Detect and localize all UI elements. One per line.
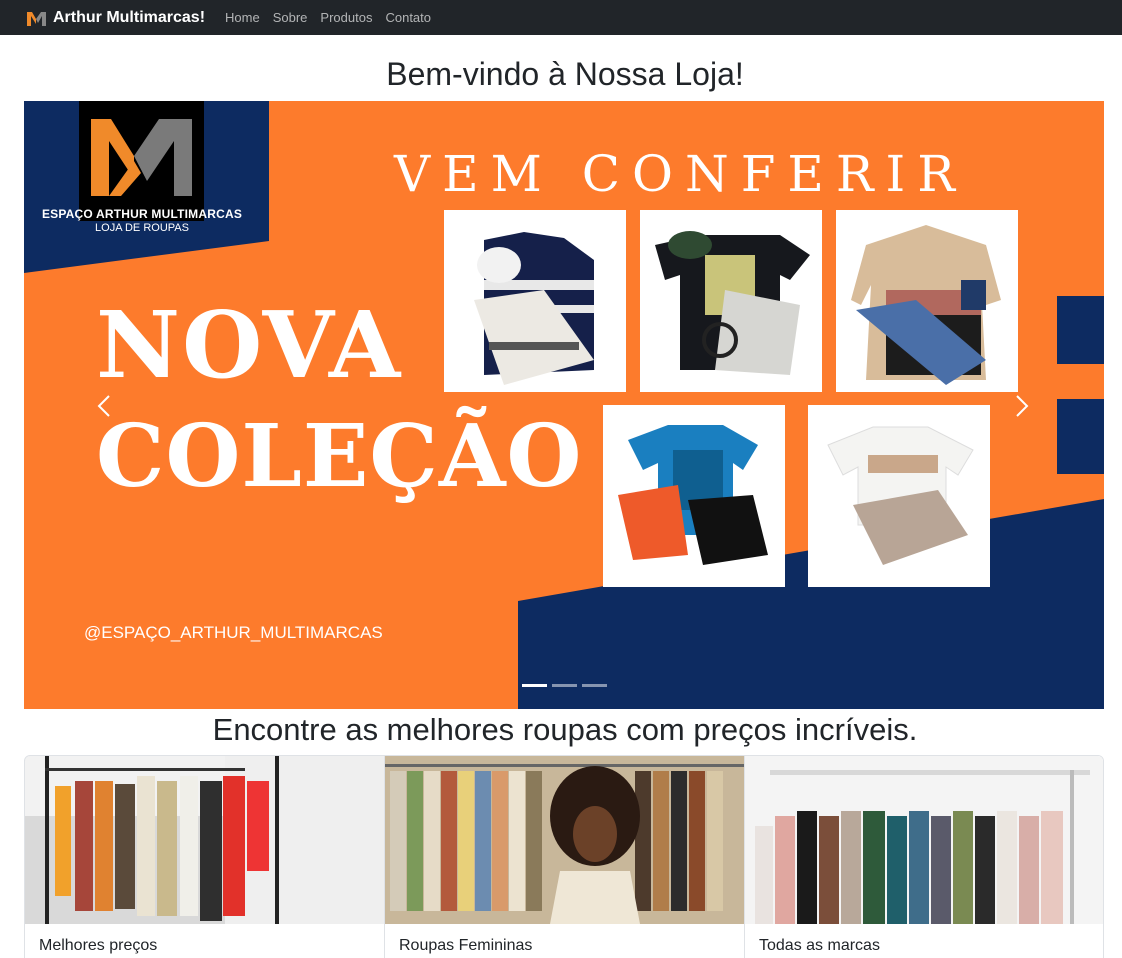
- card-all-brands[interactable]: Todas as marcas: [745, 756, 1103, 958]
- product-image: [640, 210, 822, 392]
- nav-link-contato[interactable]: Contato: [385, 10, 431, 25]
- category-cards: Melhores preços Roupas Femininas Todas a…: [24, 755, 1104, 958]
- navbar: Arthur Multimarcas! Home Sobre Produtos …: [0, 0, 1122, 35]
- page-title: Bem-vindo à Nossa Loja!: [386, 56, 744, 92]
- carousel-indicator-3[interactable]: [582, 684, 607, 687]
- card-title: Roupas Femininas: [399, 937, 533, 954]
- carousel-indicator-2[interactable]: [552, 684, 577, 687]
- banner-headline-top: VEM CONFERIR: [394, 145, 967, 203]
- chevron-right-icon: [1016, 395, 1029, 417]
- store-logo: [79, 101, 204, 221]
- card-image: [385, 756, 744, 924]
- card-title: Todas as marcas: [759, 937, 880, 954]
- social-handle: @ESPAÇO_ARTHUR_MULTIMARCAS: [84, 623, 383, 642]
- banner-headline-line2: COLEÇÃO: [96, 406, 583, 507]
- chevron-left-icon: [97, 395, 110, 417]
- card-image: [745, 756, 1103, 924]
- card-image: [25, 756, 384, 924]
- carousel-prev-button[interactable]: [74, 371, 134, 441]
- card-best-prices[interactable]: Melhores preços: [25, 756, 385, 958]
- brand-name: Arthur Multimarcas!: [53, 8, 206, 26]
- brand-logo-icon: [27, 11, 46, 26]
- carousel-next-button[interactable]: [992, 371, 1052, 441]
- banner-headline-line1: NOVA: [96, 291, 403, 399]
- nav-link-produtos[interactable]: Produtos: [320, 10, 372, 25]
- section-subtitle: Encontre as melhores roupas com preços i…: [212, 712, 918, 747]
- nav-link-sobre[interactable]: Sobre: [273, 10, 308, 25]
- logo-store-name: ESPAÇO ARTHUR MULTIMARCAS: [41, 207, 243, 221]
- carousel-indicator-1[interactable]: [522, 684, 547, 687]
- product-image: [603, 405, 785, 587]
- nav-links: Home Sobre Produtos Contato: [225, 10, 444, 25]
- hero-carousel: ESPAÇO ARTHUR MULTIMARCAS LOJA DE ROUPAS…: [24, 101, 1104, 709]
- logo-store-tagline: LOJA DE ROUPAS: [95, 222, 189, 234]
- carousel-indicators: [522, 684, 612, 687]
- brand-link[interactable]: Arthur Multimarcas!: [27, 9, 205, 27]
- nav-link-home[interactable]: Home: [225, 10, 260, 25]
- product-image: [836, 210, 1018, 392]
- store-logo-icon: [91, 119, 192, 196]
- card-title: Melhores preços: [39, 937, 158, 954]
- product-image: [444, 210, 626, 392]
- product-image: [808, 405, 990, 587]
- card-womens-clothing[interactable]: Roupas Femininas: [385, 756, 745, 958]
